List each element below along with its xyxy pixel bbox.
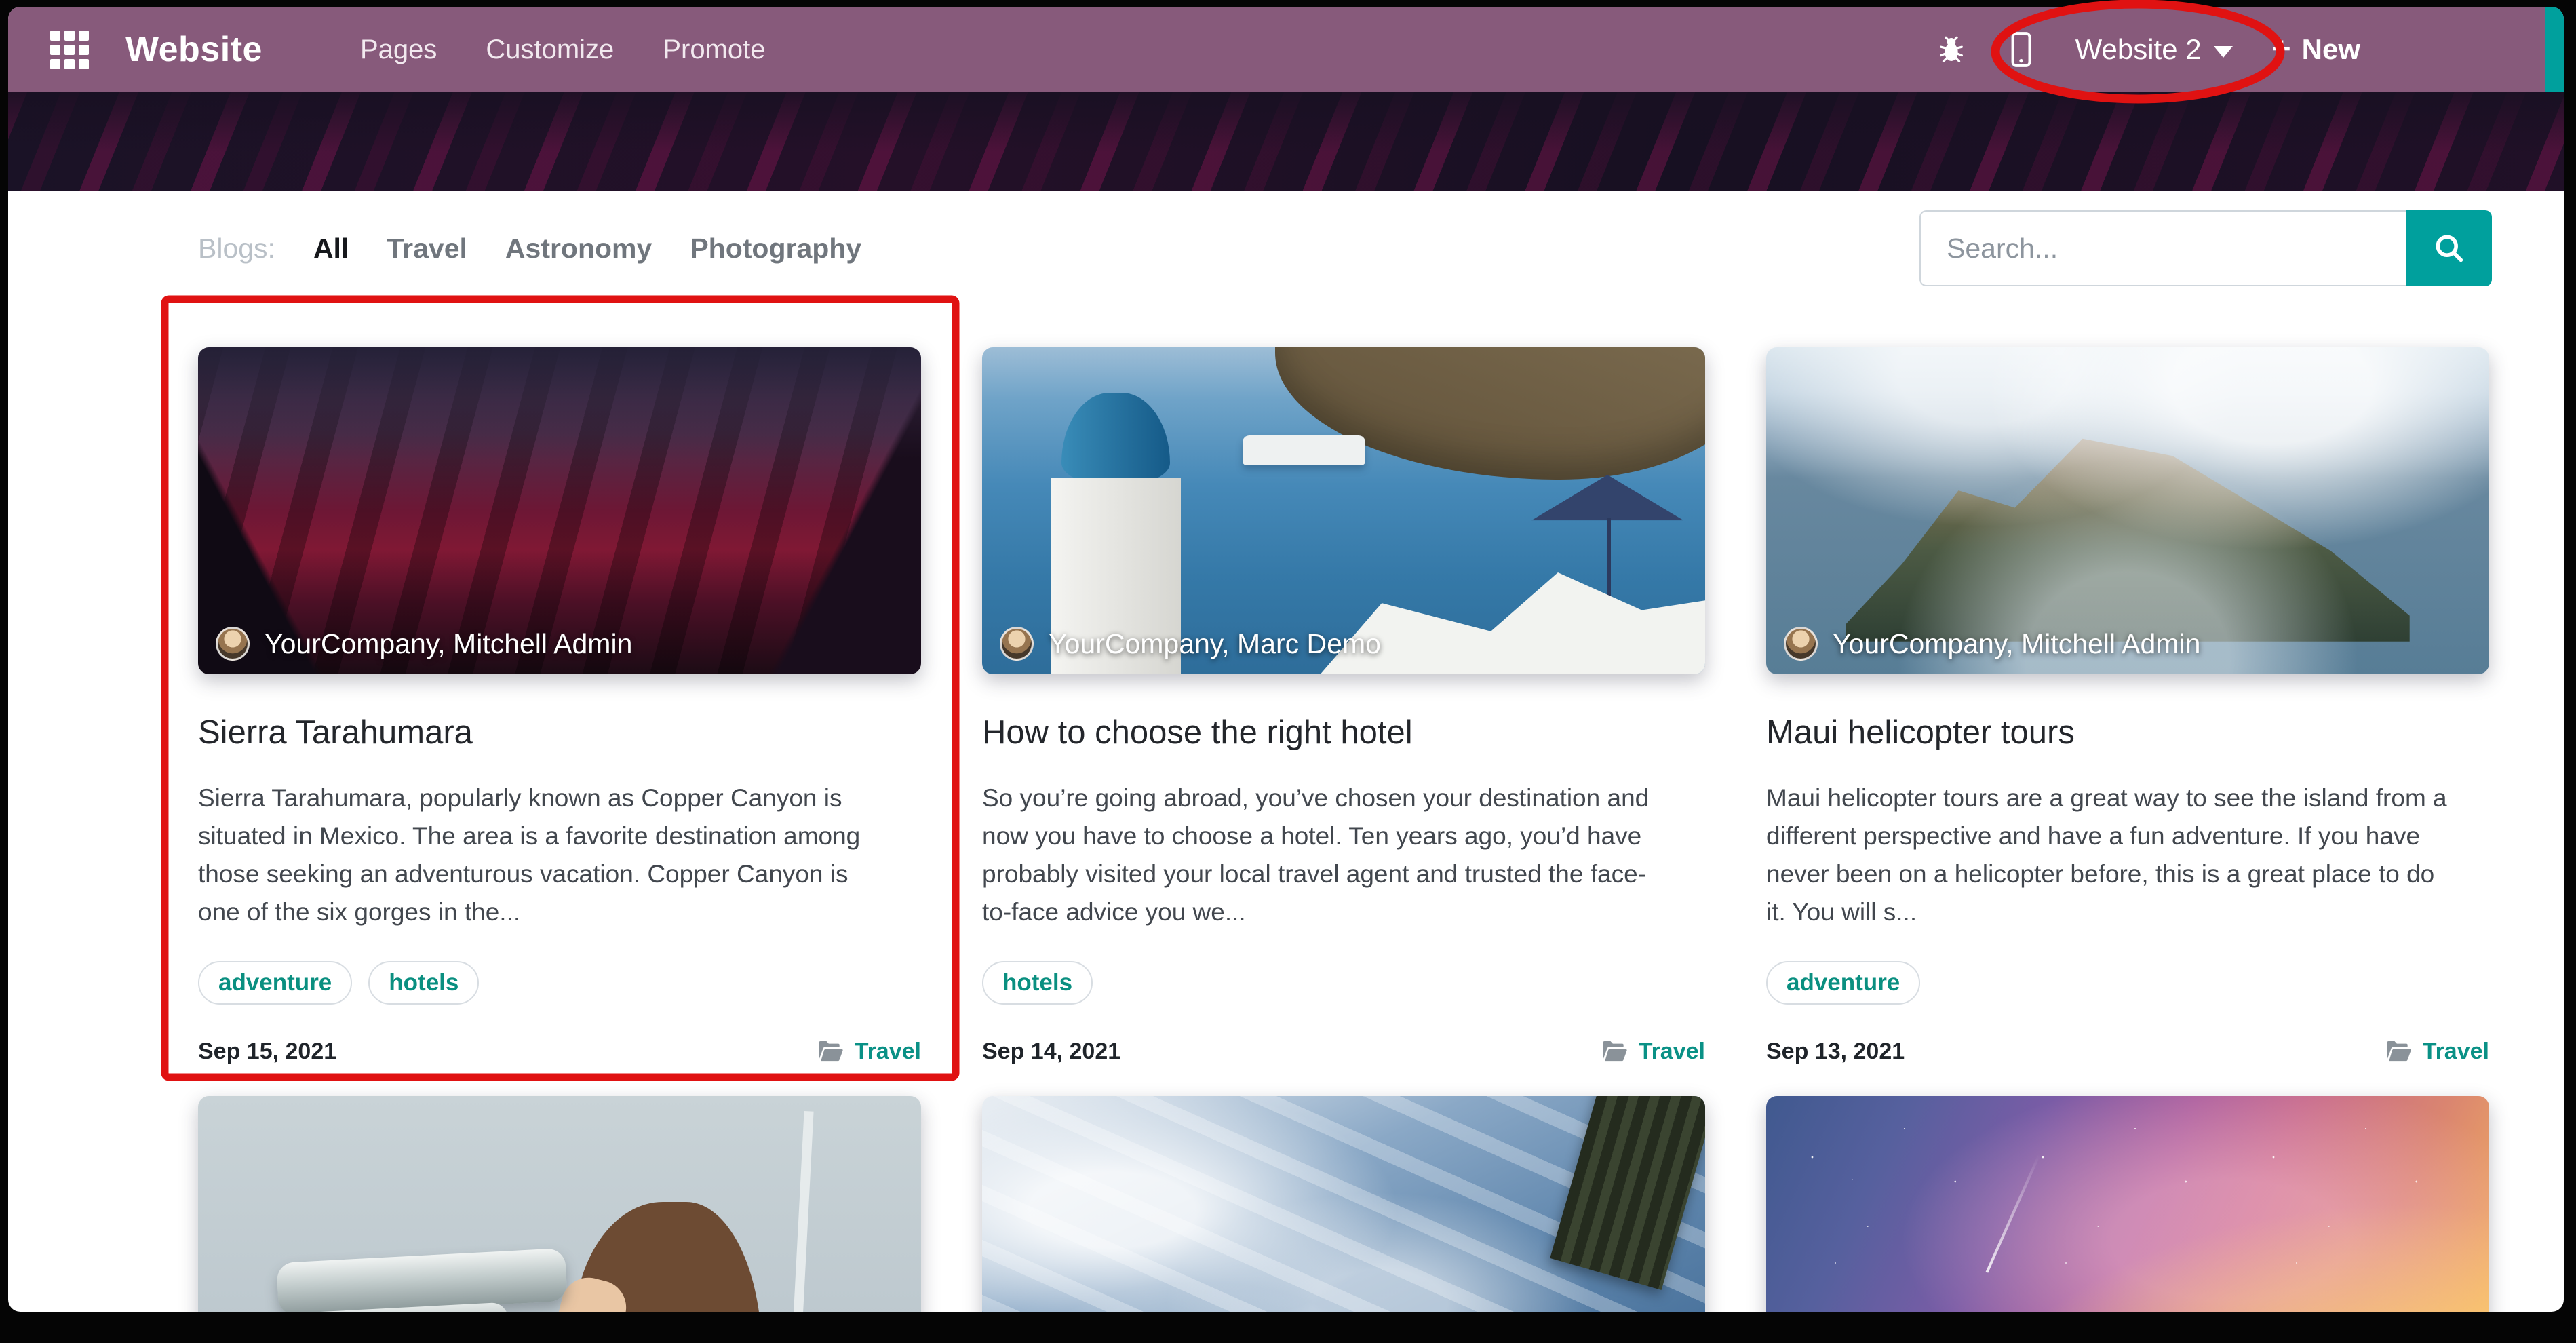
post-footer: Sep 13, 2021 Travel xyxy=(1766,1038,2489,1065)
author-avatar xyxy=(1784,627,1818,661)
top-navbar: Website Pages Customize Promote xyxy=(8,7,2564,92)
post-cover-earth-from-space[interactable] xyxy=(982,1096,1705,1312)
filter-astronomy[interactable]: Astronomy xyxy=(505,233,652,265)
post-tags: adventure hotels xyxy=(198,961,921,1005)
menu-item-customize[interactable]: Customize xyxy=(483,28,617,72)
filter-all[interactable]: All xyxy=(313,233,349,265)
post-tags: hotels xyxy=(982,961,1705,1005)
author-name: YourCompany, Mitchell Admin xyxy=(265,628,632,660)
author-name: YourCompany, Marc Demo xyxy=(1049,628,1381,660)
post-category: Travel xyxy=(2423,1038,2489,1065)
post-date: Sep 13, 2021 xyxy=(1766,1038,1905,1065)
search-bar xyxy=(1919,210,2492,286)
blog-cover-banner xyxy=(8,92,2564,191)
binocular-barrel-shape xyxy=(276,1248,568,1312)
tag-hotels[interactable]: hotels xyxy=(368,961,479,1005)
author-row: YourCompany, Mitchell Admin xyxy=(1784,627,2200,661)
edit-button-sliver[interactable] xyxy=(2545,7,2564,92)
post-date: Sep 15, 2021 xyxy=(198,1038,336,1065)
chevron-down-icon xyxy=(2214,46,2233,58)
browser-viewport: Website Pages Customize Promote xyxy=(8,7,2564,1312)
post-cover-woman-binoculars[interactable] xyxy=(198,1096,921,1312)
blog-post-grid: YourCompany, Mitchell Admin Sierra Tarah… xyxy=(198,347,2564,1065)
post-title[interactable]: Sierra Tarahumara xyxy=(198,714,921,752)
menu-item-promote[interactable]: Promote xyxy=(660,28,768,72)
app-title[interactable]: Website xyxy=(125,29,262,70)
umbrella-pole-shape xyxy=(1607,518,1611,602)
new-button-label: New xyxy=(2302,33,2360,66)
post-excerpt: Sierra Tarahumara, popularly known as Co… xyxy=(198,779,883,931)
stars-overlay xyxy=(1766,1096,2489,1312)
plus-icon: + xyxy=(2272,33,2291,66)
post-category-link[interactable]: Travel xyxy=(818,1038,921,1065)
post-title[interactable]: Maui helicopter tours xyxy=(1766,714,2489,752)
blog-toolbar: Blogs: All Travel Astronomy Photography xyxy=(198,210,2492,286)
post-category: Travel xyxy=(1639,1038,1705,1065)
post-title[interactable]: How to choose the right hotel xyxy=(982,714,1705,752)
post-excerpt: So you’re going abroad, you’ve chosen yo… xyxy=(982,779,1667,931)
post-category: Travel xyxy=(855,1038,921,1065)
blog-card-sierra: YourCompany, Mitchell Admin Sierra Tarah… xyxy=(198,347,921,1065)
filter-travel[interactable]: Travel xyxy=(387,233,467,265)
post-category-link[interactable]: Travel xyxy=(1602,1038,1705,1065)
blog-card-hotel: YourCompany, Marc Demo How to choose the… xyxy=(982,347,1705,1065)
website-switcher-label: Website 2 xyxy=(2075,33,2202,66)
tag-adventure[interactable]: adventure xyxy=(198,961,352,1005)
post-excerpt: Maui helicopter tours are a great way to… xyxy=(1766,779,2451,931)
post-cover-dark-red-mountains[interactable]: YourCompany, Mitchell Admin xyxy=(198,347,921,674)
satellite-shape xyxy=(1550,1096,1705,1291)
post-cover-maui-island[interactable]: YourCompany, Mitchell Admin xyxy=(1766,347,2489,674)
tag-adventure[interactable]: adventure xyxy=(1766,961,1920,1005)
author-avatar xyxy=(1000,627,1034,661)
railing-shape xyxy=(787,1111,814,1312)
post-tags: adventure xyxy=(1766,961,2489,1005)
search-input[interactable] xyxy=(1919,210,2406,286)
apps-grid-icon[interactable] xyxy=(50,31,89,69)
author-name: YourCompany, Mitchell Admin xyxy=(1833,628,2200,660)
screenshot-frame: Website Pages Customize Promote xyxy=(0,0,2576,1343)
menu-item-pages[interactable]: Pages xyxy=(357,28,440,72)
blog-card-maui: YourCompany, Mitchell Admin Maui helicop… xyxy=(1766,347,2489,1065)
folder-icon xyxy=(1602,1040,1629,1063)
mobile-preview-icon[interactable] xyxy=(2006,31,2036,68)
post-footer: Sep 15, 2021 Travel xyxy=(198,1038,921,1065)
author-avatar xyxy=(216,627,250,661)
post-footer: Sep 14, 2021 Travel xyxy=(982,1038,1705,1065)
tag-hotels[interactable]: hotels xyxy=(982,961,1093,1005)
website-switcher[interactable]: Website 2 xyxy=(2075,33,2233,66)
blue-dome-shape xyxy=(1061,393,1170,484)
author-row: YourCompany, Mitchell Admin xyxy=(216,627,632,661)
blog-filters: Blogs: All Travel Astronomy Photography xyxy=(198,233,861,265)
author-row: YourCompany, Marc Demo xyxy=(1000,627,1381,661)
filters-label: Blogs: xyxy=(198,233,275,265)
cloud-fog-overlay xyxy=(1766,347,2489,674)
new-content-button[interactable]: + New xyxy=(2272,33,2360,66)
post-category-link[interactable]: Travel xyxy=(2386,1038,2489,1065)
navbar-right-group: Website 2 + New xyxy=(1936,31,2360,68)
post-cover-santorini[interactable]: YourCompany, Marc Demo xyxy=(982,347,1705,674)
post-cover-milky-way[interactable] xyxy=(1766,1096,2489,1312)
post-date: Sep 14, 2021 xyxy=(982,1038,1120,1065)
folder-icon xyxy=(2386,1040,2413,1063)
search-button[interactable] xyxy=(2406,210,2492,286)
debug-bug-icon[interactable] xyxy=(1936,34,1967,65)
search-icon xyxy=(2432,231,2467,266)
filter-photography[interactable]: Photography xyxy=(690,233,861,265)
cruise-ship-shape xyxy=(1243,435,1365,465)
folder-icon xyxy=(818,1040,845,1063)
blog-post-grid-row2 xyxy=(198,1096,2564,1312)
navbar-menu: Pages Customize Promote xyxy=(357,28,768,72)
